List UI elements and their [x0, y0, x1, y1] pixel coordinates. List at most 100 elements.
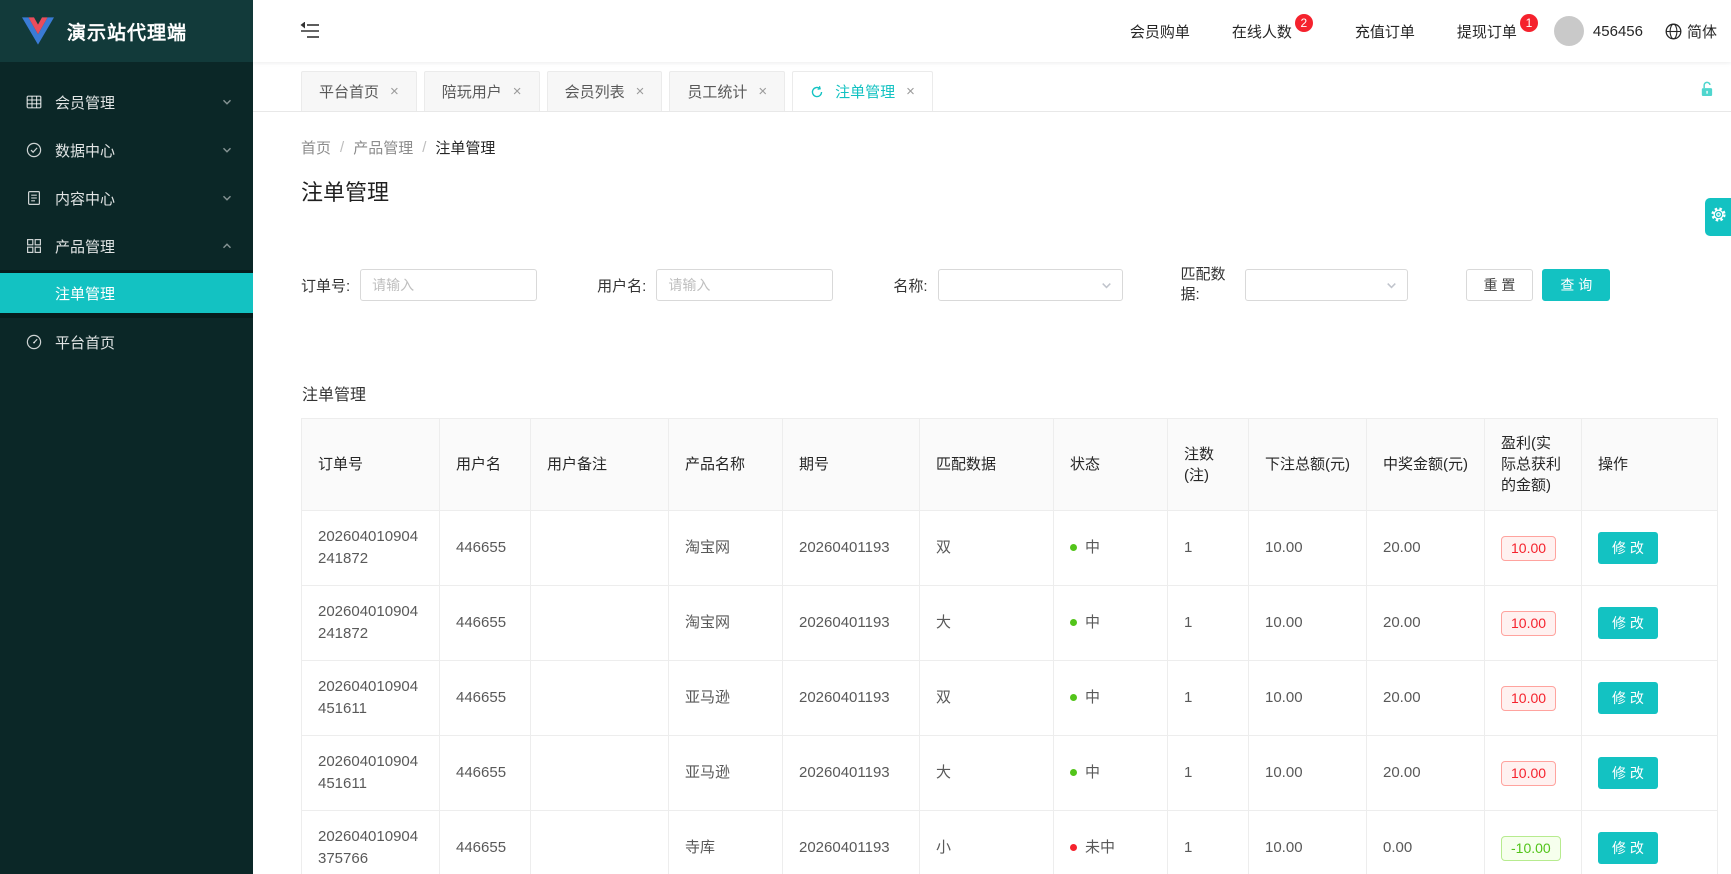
sidebar-item-member-management[interactable]: 会员管理	[0, 78, 253, 126]
table-row: 202604010904241872446655淘宝网20260401193双中…	[302, 511, 1718, 586]
column-header: 匹配数据	[920, 419, 1054, 511]
cell-status: 中	[1054, 736, 1168, 811]
close-icon[interactable]: ×	[758, 84, 767, 99]
main-area: 会员购单 在线人数2 充值订单 提现订单1 456456 简体	[253, 0, 1731, 874]
status-text: 中	[1085, 614, 1100, 631]
cell-bets: 1	[1168, 661, 1249, 736]
status-dot	[1070, 769, 1077, 776]
cell-total: 10.00	[1249, 811, 1367, 874]
cell-username: 446655	[440, 736, 531, 811]
order-no-input[interactable]	[360, 269, 537, 301]
filter-match-data: 匹配数据:	[1181, 265, 1408, 305]
cell-prize: 20.00	[1367, 736, 1485, 811]
logo: 演示站代理端	[0, 0, 253, 62]
breadcrumb-item: 注单管理	[435, 137, 495, 158]
app-title: 演示站代理端	[67, 18, 187, 45]
cell-product: 亚马逊	[669, 736, 783, 811]
sidebar-menu: 会员管理数据中心内容中心产品管理注单管理平台首页	[0, 62, 253, 366]
cell-profit: 10.00	[1485, 511, 1582, 586]
cell-status: 中	[1054, 511, 1168, 586]
profit-badge: 10.00	[1501, 536, 1556, 561]
sidebar-item-label: 产品管理	[55, 236, 221, 257]
tab-员工统计[interactable]: 员工统计 ×	[669, 71, 785, 111]
unlock-icon[interactable]	[1699, 81, 1714, 97]
profit-badge: 10.00	[1501, 611, 1556, 636]
language-switcher[interactable]: 简体	[1665, 21, 1717, 42]
edit-button[interactable]: 修 改	[1598, 832, 1658, 864]
edit-button[interactable]: 修 改	[1598, 757, 1658, 789]
sidebar-item-content-center[interactable]: 内容中心	[0, 174, 253, 222]
cell-actions: 修 改	[1582, 811, 1718, 874]
topbar-item-recharge-orders[interactable]: 充值订单	[1355, 21, 1415, 42]
column-header: 下注总额(元)	[1249, 419, 1367, 511]
appstore-icon	[26, 238, 42, 254]
status-text: 中	[1085, 764, 1100, 781]
check-circle-icon	[26, 142, 42, 158]
order-no-label: 订单号:	[301, 275, 350, 296]
sidebar-item-label: 数据中心	[55, 140, 221, 161]
reset-button[interactable]: 重 置	[1466, 269, 1534, 301]
filter-username: 用户名:	[597, 269, 833, 301]
chevron-down-icon	[221, 192, 233, 204]
edit-button[interactable]: 修 改	[1598, 607, 1658, 639]
topbar-item-label: 充值订单	[1355, 21, 1415, 42]
topbar-item-member-purchase-orders[interactable]: 会员购单	[1130, 21, 1190, 42]
sidebar-collapse-icon[interactable]	[300, 22, 320, 40]
bet-orders-table: 订单号用户名用户备注产品名称期号匹配数据状态注数(注)下注总额(元)中奖金额(元…	[301, 418, 1718, 874]
user-menu[interactable]: 456456	[1554, 16, 1643, 46]
close-icon[interactable]: ×	[513, 84, 522, 99]
cell-remark	[531, 586, 669, 661]
sidebar-item-product-management[interactable]: 产品管理	[0, 222, 253, 270]
table-row: 202604010904241872446655淘宝网20260401193大中…	[302, 586, 1718, 661]
cell-profit: 10.00	[1485, 736, 1582, 811]
tab-会员列表[interactable]: 会员列表×	[547, 71, 663, 111]
column-header: 状态	[1054, 419, 1168, 511]
cell-bets: 1	[1168, 811, 1249, 874]
edit-button[interactable]: 修 改	[1598, 532, 1658, 564]
topbar-item-online-users[interactable]: 在线人数2	[1232, 21, 1313, 42]
chevron-down-icon	[1100, 279, 1113, 292]
bet-orders-card: 注单管理 订单号用户名用户备注产品名称期号匹配数据状态注数(注)下注总额(元)中…	[301, 381, 1731, 874]
sidebar-submenu: 注单管理	[0, 270, 253, 318]
breadcrumb-item[interactable]: 首页	[301, 137, 331, 158]
table-row: 202604010904451611446655亚马逊20260401193双中…	[302, 661, 1718, 736]
close-icon[interactable]: ×	[636, 84, 645, 99]
edit-button[interactable]: 修 改	[1598, 682, 1658, 714]
username-label: 用户名:	[597, 275, 646, 296]
cell-remark	[531, 661, 669, 736]
sidebar-item-data-center[interactable]: 数据中心	[0, 126, 253, 174]
close-icon[interactable]: ×	[390, 84, 399, 99]
column-header: 用户名	[440, 419, 531, 511]
column-header: 产品名称	[669, 419, 783, 511]
language-label: 简体	[1687, 21, 1717, 42]
sidebar-item-label: 内容中心	[55, 188, 221, 209]
close-icon[interactable]: ×	[906, 84, 915, 99]
cell-total: 10.00	[1249, 736, 1367, 811]
cell-order-no: 202604010904451611	[302, 661, 440, 736]
settings-drawer-handle[interactable]	[1705, 198, 1731, 236]
cell-remark	[531, 511, 669, 586]
match-data-select[interactable]	[1245, 269, 1408, 301]
tab-陪玩用户[interactable]: 陪玩用户×	[424, 71, 540, 111]
table-header-row: 订单号用户名用户备注产品名称期号匹配数据状态注数(注)下注总额(元)中奖金额(元…	[302, 419, 1718, 511]
sidebar-item-platform-home[interactable]: 平台首页	[0, 318, 253, 366]
name-select[interactable]	[938, 269, 1123, 301]
tab-label: 平台首页	[319, 81, 379, 102]
tab-平台首页[interactable]: 平台首页 ×	[301, 71, 417, 111]
sidebar-item-label: 平台首页	[55, 332, 233, 353]
notification-badge: 2	[1295, 14, 1313, 32]
refresh-icon[interactable]	[810, 85, 824, 99]
search-button[interactable]: 查 询	[1542, 269, 1610, 301]
tab-label: 员工统计	[687, 81, 747, 102]
cell-actions: 修 改	[1582, 511, 1718, 586]
sidebar-item-label: 会员管理	[55, 92, 221, 113]
cell-total: 10.00	[1249, 511, 1367, 586]
status-text: 未中	[1085, 839, 1115, 856]
sidebar-subitem-bet-order-management[interactable]: 注单管理	[0, 273, 253, 313]
topbar-item-withdrawal-orders[interactable]: 提现订单1	[1457, 21, 1538, 42]
cell-product: 亚马逊	[669, 661, 783, 736]
tab-注单管理[interactable]: 注单管理×	[792, 71, 933, 111]
cell-period: 20260401193	[783, 586, 920, 661]
breadcrumb-item[interactable]: 产品管理	[353, 137, 413, 158]
username-input[interactable]	[656, 269, 833, 301]
